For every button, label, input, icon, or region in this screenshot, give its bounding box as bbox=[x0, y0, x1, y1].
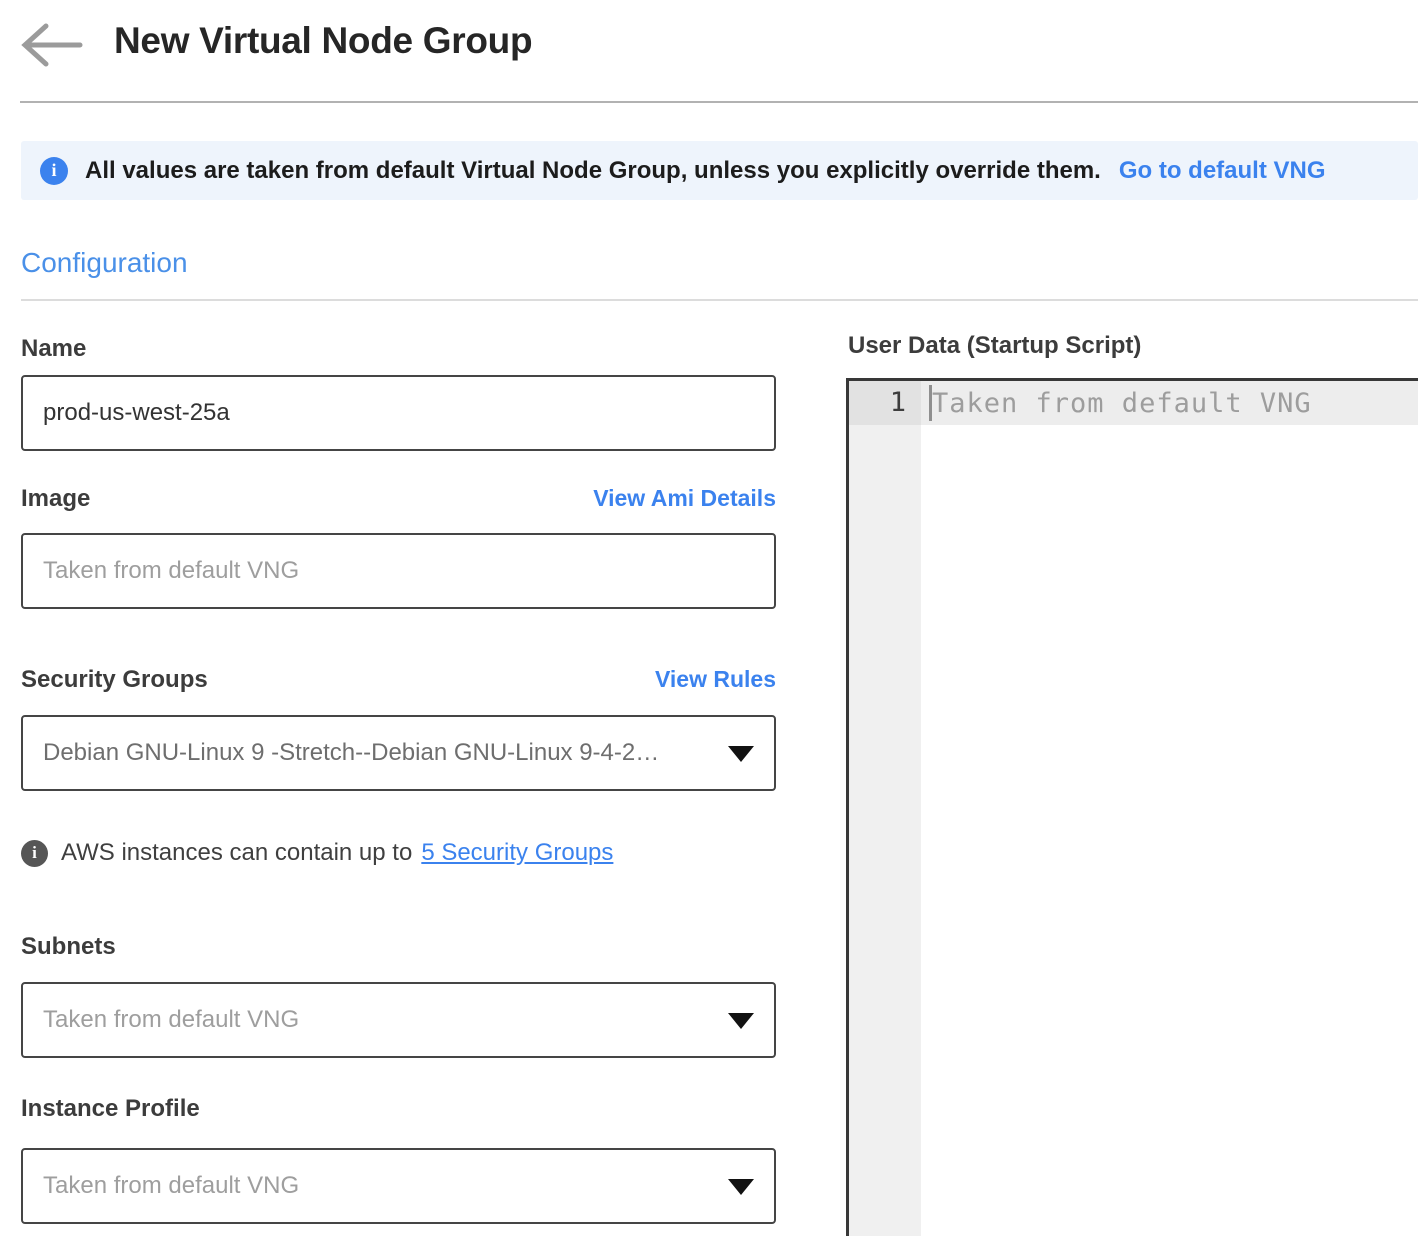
instance-profile-placeholder: Taken from default VNG bbox=[43, 1172, 299, 1200]
security-note-text: AWS instances can contain up to bbox=[61, 839, 412, 867]
user-data-label: User Data (Startup Script) bbox=[848, 332, 1141, 360]
instance-profile-select[interactable]: Taken from default VNG bbox=[21, 1148, 776, 1224]
configuration-section-title[interactable]: Configuration bbox=[21, 247, 188, 279]
page-title: New Virtual Node Group bbox=[114, 20, 532, 62]
view-rules-link[interactable]: View Rules bbox=[655, 666, 776, 693]
editor-placeholder-text: Taken from default VNG bbox=[932, 388, 1312, 419]
subnets-select[interactable]: Taken from default VNG bbox=[21, 982, 776, 1058]
user-data-editor[interactable]: 1 Taken from default VNG bbox=[846, 378, 1418, 1236]
security-groups-label: Security Groups bbox=[21, 666, 208, 694]
header-divider bbox=[20, 101, 1418, 103]
back-arrow-icon bbox=[20, 56, 84, 71]
name-label-row: Name bbox=[21, 335, 776, 363]
info-banner: i All values are taken from default Virt… bbox=[21, 141, 1418, 200]
chevron-down-icon bbox=[728, 1013, 754, 1029]
instance-profile-label-row: Instance Profile bbox=[21, 1095, 776, 1123]
image-input[interactable] bbox=[21, 533, 776, 609]
five-security-groups-link[interactable]: 5 Security Groups bbox=[421, 839, 613, 867]
chevron-down-icon bbox=[728, 746, 754, 762]
editor-code-area[interactable]: Taken from default VNG bbox=[921, 381, 1418, 1236]
security-groups-note: i AWS instances can contain up to 5 Secu… bbox=[21, 839, 776, 867]
image-label-row: Image View Ami Details bbox=[21, 485, 776, 513]
editor-active-line: Taken from default VNG bbox=[921, 381, 1418, 425]
chevron-down-icon bbox=[728, 1179, 754, 1195]
info-icon: i bbox=[40, 157, 68, 185]
go-to-default-vng-link[interactable]: Go to default VNG bbox=[1119, 157, 1326, 185]
info-icon: i bbox=[21, 840, 48, 867]
subnets-placeholder: Taken from default VNG bbox=[43, 1006, 299, 1034]
section-divider bbox=[21, 299, 1418, 301]
name-label: Name bbox=[21, 335, 86, 363]
subnets-label: Subnets bbox=[21, 933, 116, 961]
name-input[interactable] bbox=[21, 375, 776, 451]
subnets-label-row: Subnets bbox=[21, 933, 776, 961]
instance-profile-label: Instance Profile bbox=[21, 1095, 200, 1123]
back-button[interactable] bbox=[20, 22, 84, 68]
security-groups-selected-value: Debian GNU-Linux 9 -Stretch--Debian GNU-… bbox=[43, 739, 659, 767]
editor-gutter: 1 bbox=[849, 381, 921, 1236]
banner-text: All values are taken from default Virtua… bbox=[85, 157, 1101, 185]
security-groups-label-row: Security Groups View Rules bbox=[21, 666, 776, 694]
view-ami-details-link[interactable]: View Ami Details bbox=[593, 485, 776, 512]
security-groups-select[interactable]: Debian GNU-Linux 9 -Stretch--Debian GNU-… bbox=[21, 715, 776, 791]
line-number: 1 bbox=[849, 381, 921, 425]
image-label: Image bbox=[21, 485, 90, 513]
